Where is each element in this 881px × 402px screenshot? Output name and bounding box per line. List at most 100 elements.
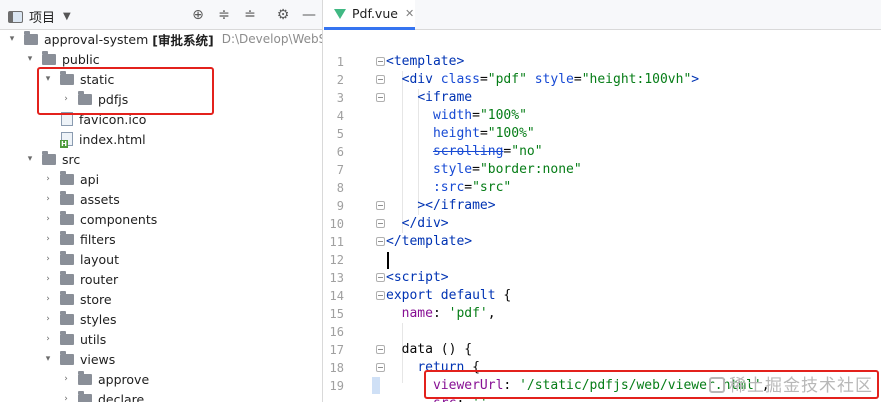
tree-node-router[interactable]: › router [0,269,322,289]
project-alias: [审批系统] [152,32,214,48]
chevron-down-icon[interactable]: ▾ [24,54,36,64]
code-line-7: style="border:none" [432,162,582,177]
expand-all-icon[interactable]: ≑ [215,6,233,24]
tree-node-label: views [80,351,116,367]
tree-node-label: utils [80,331,107,347]
change-marker [372,377,380,394]
tree-node-store[interactable]: › store [0,289,322,309]
folder-icon [60,270,74,285]
tree-node-utils[interactable]: › utils [0,329,322,349]
gear-icon[interactable]: ⚙ [274,6,292,24]
line-number: 15 [329,307,344,321]
tree-node-label: approve [98,371,150,387]
fold-marker-icon[interactable] [376,273,385,282]
project-view-selector[interactable]: 项目 ▼ [8,7,71,26]
folder-icon [60,210,74,225]
fold-marker-icon[interactable] [376,291,385,300]
tree-node-label: router [80,271,119,287]
code-line-15: name: 'pdf', [401,306,496,321]
fold-marker-icon[interactable] [376,75,385,84]
chevron-right-icon[interactable]: › [42,274,54,284]
tree-node-filters[interactable]: › filters [0,229,322,249]
code-line-4: width="100%" [432,108,527,123]
chevron-right-icon[interactable]: › [42,214,54,224]
tree-node-label: public [62,51,100,67]
chevron-right-icon[interactable]: › [42,174,54,184]
watermark-text: 稀土掘金技术社区 [729,376,873,396]
tree-node-approve[interactable]: › approve [0,369,322,389]
code-line-2: <div class="pdf" style="height:100vh"> [401,72,700,87]
fold-marker-icon[interactable] [376,345,385,354]
folder-icon [60,290,74,305]
chevron-right-icon[interactable]: › [60,394,72,402]
tree-node-assets[interactable]: › assets [0,189,322,209]
project-path: D:\Develop\WebSto [221,32,322,46]
chevron-down-icon[interactable]: ▾ [6,34,18,44]
tree-node-public[interactable]: ▾ public [0,49,322,69]
tree-node-label: styles [80,311,117,327]
tree-node-index-html[interactable]: index.html [0,129,322,149]
fold-marker-icon[interactable] [376,201,385,210]
chevron-down-icon[interactable]: ▾ [24,154,36,164]
code-line-8: :src="src" [432,180,512,195]
collapse-all-icon[interactable]: ≐ [241,6,259,24]
folder-icon [78,370,92,385]
line-number: 1 [336,55,344,69]
code-line-9: ></iframe> [417,198,496,213]
chevron-right-icon[interactable]: › [42,194,54,204]
folder-icon [42,150,56,165]
line-number: 11 [329,235,344,249]
close-icon[interactable]: ✕ [405,7,414,20]
fold-marker-icon[interactable] [376,57,385,66]
juejin-logo-icon [709,377,725,393]
line-number: 17 [329,343,344,357]
tree-node-src[interactable]: ▾ src [0,149,322,169]
code-line-3: <iframe [417,90,473,105]
tree-node-layout[interactable]: › layout [0,249,322,269]
project-toolbar: 项目 ▼ ⊕ ≑ ≐ ⚙ — [0,0,322,30]
tree-node-label: index.html [79,131,146,147]
tree-node-views[interactable]: ▾ views [0,349,322,369]
code-line-1: <template> [386,54,465,69]
folder-icon [60,230,74,245]
fold-marker-icon[interactable] [376,219,385,228]
fold-marker-icon[interactable] [376,93,385,102]
chevron-down-icon[interactable]: ▼ [63,11,71,22]
code-editor: Pdf.vue ✕ 1 2 3 4 5 6 7 8 9 10 11 12 13 … [324,0,881,402]
chevron-down-icon[interactable]: ▾ [42,354,54,364]
chevron-right-icon[interactable]: › [42,234,54,244]
tree-node-label: declare [98,391,145,402]
chevron-right-icon[interactable]: › [42,314,54,324]
folder-icon [60,330,74,345]
tree-node-styles[interactable]: › styles [0,309,322,329]
chevron-right-icon[interactable]: › [42,294,54,304]
chevron-right-icon[interactable]: › [60,374,72,384]
tab-pdf-vue[interactable]: Pdf.vue ✕ [324,0,415,30]
folder-icon [60,310,74,325]
minimize-icon[interactable]: — [300,6,318,24]
line-number: 9 [336,199,344,213]
tree-node-label: store [80,291,112,307]
tree-node-label: approval-system [44,31,149,47]
chevron-right-icon[interactable]: › [42,334,54,344]
tree-node-declare[interactable]: › declare [0,389,322,402]
line-number: 19 [329,379,344,393]
tree-node-api[interactable]: › api [0,169,322,189]
tree-node-components[interactable]: › components [0,209,322,229]
chevron-right-icon[interactable]: › [42,254,54,264]
line-number: 13 [329,271,344,285]
line-number: 14 [329,289,344,303]
tree-node-root[interactable]: ▾ approval-system [审批系统] D:\Develop\WebS… [0,29,322,49]
text-caret [387,252,389,269]
code-line-5: height="100%" [432,126,535,141]
code-line-10: </div> [401,216,449,231]
line-number: 2 [336,73,344,87]
folder-icon [60,350,74,365]
folder-icon [24,30,38,45]
target-icon[interactable]: ⊕ [189,6,207,24]
fold-marker-icon[interactable] [376,363,385,372]
fold-marker-icon[interactable] [376,237,385,246]
line-number: 8 [336,181,344,195]
tree-node-label: api [80,171,100,187]
project-pane-title: 项目 [29,11,56,26]
